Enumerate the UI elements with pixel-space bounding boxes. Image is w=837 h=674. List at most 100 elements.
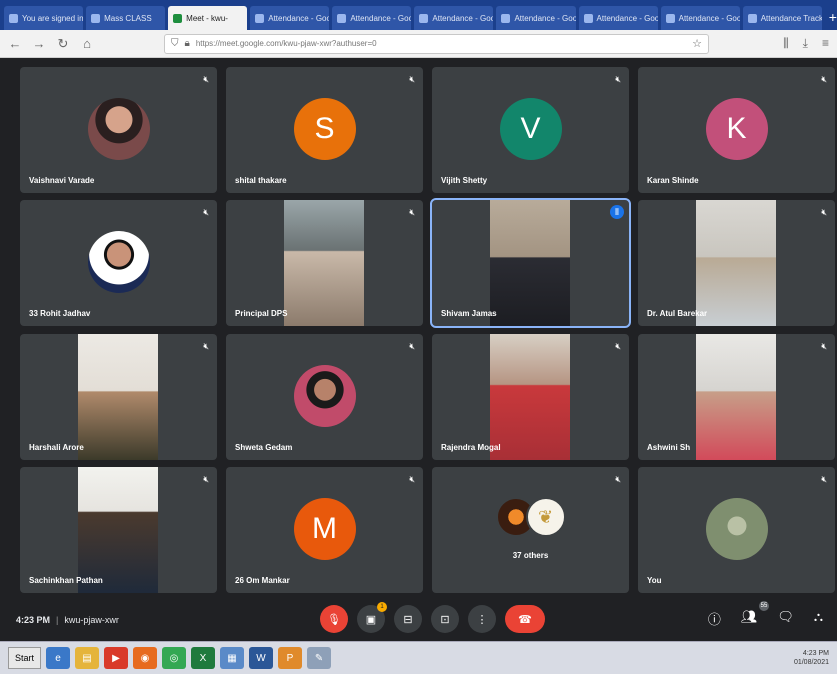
library-icon[interactable]: ⫼ [783,36,789,51]
participant-tile[interactable]: 🔇︎ Sachinkhan Pathan [20,467,217,593]
back-icon[interactable]: ← [8,36,22,51]
mic-muted-icon: 🔇︎ [203,341,209,351]
activities-icon[interactable]: ⛬ [814,609,823,628]
bookmark-star-icon[interactable]: ☆ [692,37,702,50]
participant-video [284,200,364,326]
mic-toggle-button[interactable]: 🎙︎ [320,605,348,633]
camera-toggle-button[interactable]: ▣ 1 [357,602,387,633]
tab-label: Attendance - Goo [432,13,494,23]
tab-label: Attendance - Goo [678,13,740,23]
tab-favicon-icon [255,13,265,23]
chat-icon[interactable]: 🗨︎ [777,609,794,628]
participant-tile[interactable]: K 🔇︎ Karan Shinde [638,67,835,193]
browser-tab[interactable]: Attendance - Goo [250,6,330,30]
participant-tile[interactable]: 🔇︎ Dr. Atul Barekar [638,200,835,326]
participant-tile[interactable]: ⦀ Shivam Jamas [430,198,631,328]
participant-name: Harshali Arore [29,443,84,452]
browser-tab[interactable]: Attendance - Goo [496,6,576,30]
tab-favicon-icon [501,13,511,23]
browser-tab[interactable]: Meet - kwu- [168,6,248,30]
browser-nav-bar: ← → ↻ ⌂ ⛉ 🔒︎ https://meet.google.com/kwu… [0,30,837,58]
browser-tab[interactable]: You are signed in [4,6,84,30]
participant-tile[interactable]: 🔇︎ Shweta Gedam [226,334,423,460]
captions-button[interactable]: ⊟ [394,605,422,633]
leave-call-button[interactable]: ☎︎ [505,605,545,633]
participant-avatar: ❦ [525,497,566,537]
start-button[interactable]: Start [8,647,42,669]
reload-icon[interactable]: ↻ [56,36,70,52]
home-icon[interactable]: ⌂ [80,36,94,51]
browser-tab[interactable]: Attendance Track [742,6,822,30]
hang-up-icon: ☎︎ [518,613,532,626]
participant-video [78,334,158,460]
participant-name: You [647,576,662,585]
more-options-button[interactable]: ⋮ [468,605,496,633]
participant-tile[interactable]: 🔇︎ You [638,467,835,593]
mic-muted-icon: 🔇︎ [821,341,827,351]
app-icon[interactable]: ✎ [307,647,332,669]
participant-tile[interactable]: S 🔇︎ shital thakare [226,67,423,193]
mic-muted-icon: 🔇︎ [203,207,209,217]
participant-name: Ashwini Sh [647,443,691,452]
participant-video [490,334,570,460]
info-icon[interactable]: ⓘ [708,609,721,628]
participant-avatar [87,231,150,293]
new-tab-icon[interactable]: + [829,4,837,30]
participant-name: Shweta Gedam [235,443,293,452]
browser-tab[interactable]: Attendance - Goo [660,6,740,30]
others-avatars: ❦ [495,497,566,537]
tab-label: Attendance - Goo [596,13,658,23]
participant-tile[interactable]: M 🔇︎ 26 Om Mankar [226,467,423,593]
mic-muted-icon: 🔇︎ [203,474,209,484]
explorer-icon[interactable]: ▦ [220,647,245,669]
participant-name: Sachinkhan Pathan [29,576,103,585]
mic-muted-icon: 🔇︎ [409,207,415,217]
browser-tab-strip: You are signed in Mass CLASS Meet - kwu- At… [0,0,837,30]
participant-name: Vaishnavi Varade [29,176,95,185]
forward-icon[interactable]: → [32,36,46,51]
ie-icon[interactable]: e [46,647,71,669]
participant-tile[interactable]: 🔇︎ Harshali Arore [20,334,217,460]
download-icon[interactable]: ⤓ [803,36,808,51]
firefox-icon[interactable]: ◉ [133,647,158,669]
participant-video [78,467,158,593]
browser-tab[interactable]: Attendance - Goo [332,6,412,30]
participant-avatar: M [293,498,356,560]
mic-muted-icon: 🔇︎ [615,341,621,351]
participant-name: 33 Rohit Jadhav [29,309,91,318]
browser-tab[interactable]: Attendance - Goo [578,6,658,30]
participant-tile[interactable]: 🔇︎ 33 Rohit Jadhav [20,200,217,326]
people-icon[interactable]: 👥︎ [741,609,758,628]
participant-tile[interactable]: ❦ 37 others 🔇︎ [432,467,629,593]
present-button[interactable]: ⊡ [431,605,459,633]
folder-icon[interactable]: ▤ [75,647,100,669]
participant-tile[interactable]: 🔇︎ Principal DPS [226,200,423,326]
speaking-icon: ⦀ [610,205,624,219]
address-bar[interactable]: ⛉ 🔒︎ https://meet.google.com/kwu-pjaw-xw… [164,33,709,54]
meet-control-bar: 4:23 PM | kwu-pjaw-xwr 🎙︎ ▣ 1 ⊟ ⊡ ⋮ ☎︎ ⓘ… [0,599,837,641]
tab-label: Attendance Track [760,13,822,23]
participant-tile[interactable]: 🔇︎ Rajendra Mogal [432,334,629,460]
participant-tile[interactable]: 🔇︎ Vaishnavi Varade [20,67,217,193]
browser-tab[interactable]: Attendance - Goo [414,6,494,30]
lock-icon: 🔒︎ [184,38,190,49]
participant-name: Karan Shinde [647,176,699,185]
participant-video [490,200,570,326]
tab-favicon-icon [747,13,757,23]
chrome-icon[interactable]: ◎ [162,647,187,669]
participant-tile[interactable]: V 🔇︎ Vijith Shetty [432,67,629,193]
word-icon[interactable]: W [249,647,274,669]
participant-name: shital thakare [235,176,287,185]
shield-icon: ⛉ [171,38,179,49]
media-icon[interactable]: ▶ [104,647,129,669]
more-vert-icon: ⋮ [476,613,488,626]
browser-tab[interactable]: Mass CLASS [86,6,166,30]
captions-icon: ⊟ [403,613,413,626]
os-taskbar: Start e ▤ ▶ ◉ ◎ X ▦ W P ✎ 4:23 PM 01/08/… [0,641,837,674]
menu-icon[interactable]: ≡ [822,36,829,51]
present-icon: ⊡ [440,613,450,626]
excel-icon[interactable]: X [191,647,216,669]
participant-tile[interactable]: 🔇︎ Ashwini Sh [638,334,835,460]
powerpoint-icon[interactable]: P [278,647,303,669]
tab-favicon-icon [9,13,18,23]
